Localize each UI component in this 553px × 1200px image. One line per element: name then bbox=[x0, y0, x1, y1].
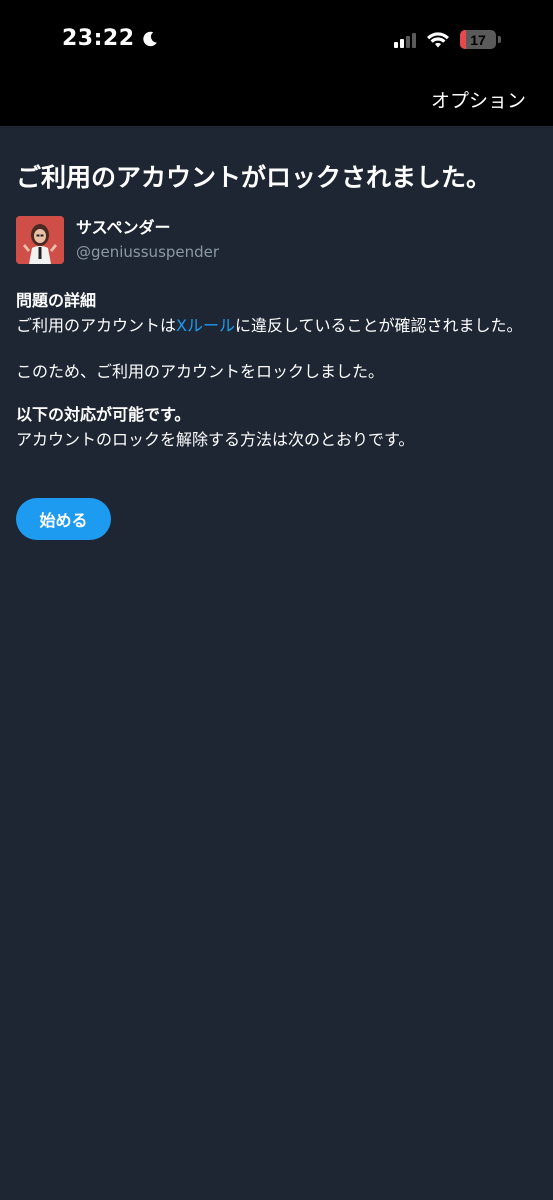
start-button[interactable]: 始める bbox=[16, 498, 111, 540]
details-heading: 問題の詳細 bbox=[16, 291, 97, 310]
options-button[interactable]: オプション bbox=[431, 86, 526, 113]
violation-text-end: に違反していることが確認されました。 bbox=[234, 316, 523, 335]
moon-icon bbox=[142, 31, 157, 46]
status-and-nav-bar: 23:22 17 オプション bbox=[0, 0, 553, 126]
locked-text: このため、ご利用のアカウントをロックしました。 bbox=[16, 362, 385, 381]
x-rules-link[interactable]: Xルール bbox=[176, 316, 235, 335]
actions-heading: 以下の対応が可能です。 bbox=[16, 405, 191, 424]
violation-text-start: ご利用のアカウントは bbox=[16, 316, 177, 335]
account-info: サスペンダー @geniussuspender bbox=[76, 218, 219, 262]
avatar-image bbox=[16, 216, 64, 264]
account-handle: @geniussuspender bbox=[76, 243, 220, 261]
clock-time: 23:22 bbox=[62, 26, 135, 51]
lock-notice: ご利用のアカウントがロックされました。 サスペンダー @geniussuspen… bbox=[16, 126, 537, 540]
battery-tip bbox=[498, 36, 501, 43]
status-indicators: 17 bbox=[394, 30, 501, 49]
battery-icon: 17 bbox=[460, 30, 496, 49]
violation-text: ご利用のアカウントはXルールに違反していることが確認されました。 bbox=[16, 314, 537, 338]
avatar bbox=[16, 216, 64, 264]
account-name: サスペンダー bbox=[76, 218, 171, 237]
battery-level: 17 bbox=[470, 31, 486, 48]
battery-fill bbox=[460, 30, 467, 49]
details-section: 問題の詳細 ご利用のアカウントはXルールに違反していることが確認されました。 こ… bbox=[16, 290, 537, 384]
actions-text: アカウントのロックを解除する方法は次のとおりです。 bbox=[16, 430, 415, 449]
page-title: ご利用のアカウントがロックされました。 bbox=[16, 163, 492, 192]
cellular-signal-icon bbox=[394, 32, 416, 48]
account-card: サスペンダー @geniussuspender bbox=[16, 216, 537, 264]
status-time: 23:22 bbox=[62, 26, 159, 51]
actions-section: 以下の対応が可能です。 アカウントのロックを解除する方法は次のとおりです。 bbox=[16, 404, 537, 452]
wifi-icon bbox=[427, 31, 449, 47]
